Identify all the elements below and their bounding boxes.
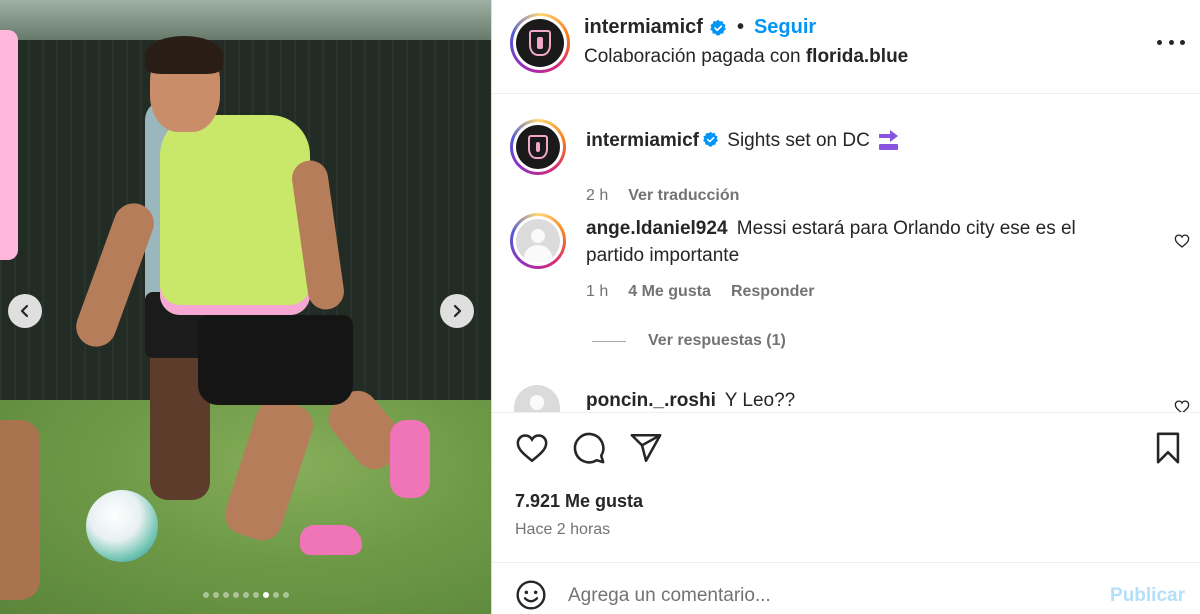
caption-meta: 2 h Ver traducción: [586, 187, 739, 205]
caption-time: 2 h: [586, 187, 609, 204]
caption-avatar[interactable]: [510, 119, 566, 175]
paid-partnership-label: Colaboración pagada con: [584, 46, 801, 67]
comment-like-heart-icon[interactable]: [1174, 399, 1190, 412]
comment-icon[interactable]: [572, 431, 606, 465]
follow-button[interactable]: Seguir: [754, 16, 816, 39]
comment-likes[interactable]: 4 Me gusta: [628, 283, 711, 301]
carousel-dot: [242, 592, 249, 598]
partner-link[interactable]: florida.blue: [806, 46, 908, 67]
caption-text: Sights set on DC: [727, 130, 870, 151]
soon-arrow-emoji-icon: [878, 130, 898, 150]
author-username[interactable]: intermiamicf: [584, 16, 703, 39]
comment-item: poncin._.roshi Y Leo??: [510, 385, 1190, 412]
post-header: intermiamicf • Seguir Colaboración pagad…: [492, 0, 1200, 94]
carousel-prev-button[interactable]: [8, 294, 42, 328]
carousel-dot: [232, 592, 239, 598]
caption-body: intermiamicf Sights set on DC: [586, 127, 1106, 154]
more-options-button[interactable]: [1157, 30, 1185, 54]
reply-button[interactable]: Responder: [731, 283, 815, 301]
caption-username[interactable]: intermiamicf: [586, 130, 699, 151]
carousel-dot: [252, 592, 259, 598]
comment-username[interactable]: poncin._.roshi: [586, 390, 716, 411]
heart-icon[interactable]: [515, 431, 549, 465]
default-avatar-icon: [514, 385, 560, 412]
translate-button[interactable]: Ver traducción: [628, 187, 739, 205]
comment-text: Y Leo??: [724, 390, 796, 411]
comment-body: poncin._.roshi Y Leo??: [586, 387, 1106, 412]
caption-comment: intermiamicf Sights set on DC 2 h Ver tr…: [510, 119, 1190, 209]
carousel-indicator: [0, 592, 491, 598]
more-horizontal-icon: [1157, 39, 1162, 45]
carousel-dot: [282, 592, 289, 598]
verified-badge-icon: [710, 19, 726, 35]
smiley-icon[interactable]: [515, 579, 547, 611]
bookmark-icon[interactable]: [1151, 431, 1185, 465]
add-comment-bar: Publicar: [492, 562, 1200, 614]
carousel-dot: [202, 592, 209, 598]
carousel-dot: [272, 592, 279, 598]
comment-item: ange.ldaniel924 Messi estará para Orland…: [510, 213, 1190, 333]
author-line: intermiamicf • Seguir: [584, 16, 816, 39]
media-edge-leg: [0, 420, 40, 600]
verified-badge-icon: [703, 131, 718, 147]
replies-divider-line: [592, 340, 626, 342]
author-avatar[interactable]: [510, 13, 570, 73]
commenter-avatar[interactable]: [510, 213, 566, 269]
comment-username[interactable]: ange.ldaniel924: [586, 218, 728, 239]
media-edge-player: [0, 30, 18, 260]
commenter-avatar[interactable]: [514, 385, 560, 412]
comment-time: 1 h: [586, 283, 609, 300]
chevron-left-icon: [20, 304, 29, 318]
comment-meta: 1 h 4 Me gusta Responder: [586, 283, 815, 301]
post-media[interactable]: [0, 0, 491, 614]
comment-input[interactable]: [568, 581, 1088, 611]
view-replies-label: Ver respuestas (1): [648, 332, 786, 349]
publish-button[interactable]: Publicar: [1110, 585, 1185, 607]
media-ball: [86, 490, 158, 562]
post-timestamp[interactable]: Hace 2 horas: [515, 521, 610, 539]
carousel-dot: [212, 592, 219, 598]
carousel-dot: [222, 592, 229, 598]
carousel-dot: [262, 592, 269, 598]
default-avatar-icon: [516, 219, 560, 263]
paid-partnership-line: Colaboración pagada con florida.blue: [584, 46, 908, 68]
carousel-next-button[interactable]: [440, 294, 474, 328]
likes-count[interactable]: 7.921 Me gusta: [515, 491, 643, 512]
header-separator: •: [736, 16, 744, 38]
post-actions: 7.921 Me gusta Hace 2 horas: [492, 412, 1200, 560]
comment-like-heart-icon[interactable]: [1174, 233, 1190, 249]
comments-list[interactable]: intermiamicf Sights set on DC 2 h Ver tr…: [492, 95, 1200, 412]
send-icon[interactable]: [629, 431, 663, 465]
comment-body: ange.ldaniel924 Messi estará para Orland…: [586, 215, 1106, 269]
post-side-panel: intermiamicf • Seguir Colaboración pagad…: [491, 0, 1200, 614]
view-replies-button[interactable]: Ver respuestas (1): [592, 332, 786, 350]
chevron-right-icon: [453, 304, 462, 318]
